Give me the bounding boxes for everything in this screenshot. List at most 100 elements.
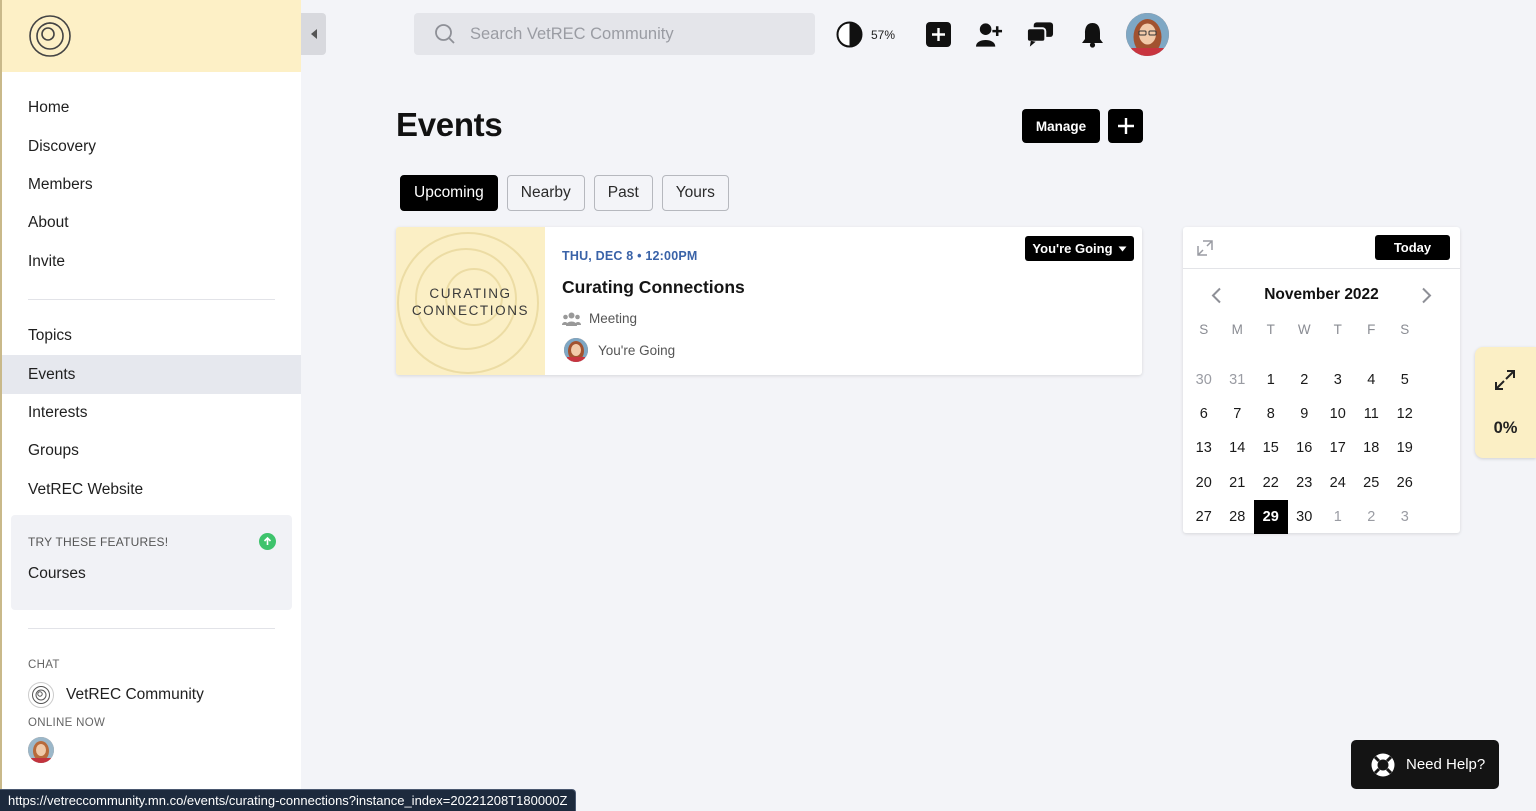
expand-icon[interactable] [1197, 240, 1213, 256]
calendar-day[interactable]: 30 [1187, 363, 1221, 397]
chevron-right-icon[interactable] [1421, 287, 1432, 304]
sidebar-item-home[interactable]: Home [2, 89, 301, 127]
progress-widget[interactable]: 0% [1475, 347, 1536, 458]
group-icon [562, 312, 581, 326]
create-post-button[interactable] [924, 20, 952, 48]
contrast-control[interactable]: 57% [836, 21, 895, 48]
sidebar-item-groups[interactable]: Groups [2, 432, 301, 470]
calendar-day[interactable]: 14 [1221, 431, 1255, 465]
calendar-weekday-row: SMTWTFS [1187, 319, 1457, 339]
calendar-day[interactable]: 27 [1187, 500, 1221, 534]
arrow-up-icon[interactable] [259, 532, 276, 550]
calendar-day[interactable]: 21 [1221, 466, 1255, 500]
calendar-day[interactable]: 5 [1388, 363, 1422, 397]
calendar-day[interactable]: 31 [1221, 363, 1255, 397]
features-title: TRY THESE FEATURES! [28, 534, 169, 549]
tab-yours[interactable]: Yours [661, 175, 729, 211]
tab-past[interactable]: Past [593, 175, 653, 211]
calendar-nav: November 2022 [1183, 285, 1460, 307]
calendar-day[interactable]: 11 [1355, 397, 1389, 431]
calendar-day[interactable]: 12 [1388, 397, 1422, 431]
sidebar-item-interests[interactable]: Interests [2, 394, 301, 432]
manage-button[interactable]: Manage [1022, 109, 1100, 143]
calendar-day[interactable]: 25 [1355, 466, 1389, 500]
online-user-avatar[interactable] [28, 736, 54, 763]
calendar-day[interactable]: 1 [1254, 363, 1288, 397]
sidebar-header [2, 0, 301, 72]
calendar-day[interactable]: 1 [1321, 500, 1355, 534]
add-member-button[interactable] [975, 20, 1003, 48]
calendar-day[interactable]: 3 [1388, 500, 1422, 534]
sidebar-item-about[interactable]: About [2, 204, 301, 242]
calendar-day[interactable]: 19 [1388, 431, 1422, 465]
search-input[interactable] [470, 24, 790, 44]
search-icon [435, 24, 455, 44]
bell-icon [1081, 22, 1103, 48]
sidebar-divider [28, 298, 275, 300]
sidebar-item-events[interactable]: Events [2, 355, 301, 394]
sidebar-item-topics[interactable]: Topics [2, 317, 301, 355]
sidebar-item-discovery[interactable]: Discovery [2, 127, 301, 165]
calendar-day[interactable]: 7 [1221, 397, 1255, 431]
community-logo-icon[interactable] [28, 14, 72, 58]
calendar-day[interactable]: 30 [1288, 500, 1322, 534]
calendar-day[interactable]: 6 [1187, 397, 1221, 431]
weekday-label: W [1297, 321, 1311, 337]
weekday-label: M [1231, 321, 1243, 337]
thumbnail-line-1: CURATING [429, 286, 512, 301]
attendee-avatar [564, 338, 588, 362]
calendar-day[interactable]: 26 [1388, 466, 1422, 500]
event-title[interactable]: Curating Connections [562, 277, 745, 298]
status-bar-url: https://vetreccommunity.mn.co/events/cur… [0, 789, 577, 811]
calendar-day[interactable]: 16 [1288, 431, 1322, 465]
calendar-day[interactable]: 2 [1288, 363, 1322, 397]
sidebar-item-members[interactable]: Members [2, 166, 301, 204]
calendar-day[interactable]: 28 [1221, 500, 1255, 534]
tab-nearby[interactable]: Nearby [506, 175, 585, 211]
calendar-day[interactable]: 18 [1355, 431, 1389, 465]
sidebar-item-invite[interactable]: Invite [2, 243, 301, 281]
thumbnail-line-2: CONNECTIONS [411, 303, 530, 318]
calendar-day[interactable]: 9 [1288, 397, 1322, 431]
calendar-day[interactable]: 3 [1321, 363, 1355, 397]
tab-upcoming[interactable]: Upcoming [400, 175, 498, 211]
chat-item-vetrec-community[interactable]: VetREC Community [2, 679, 301, 711]
calendar-day[interactable]: 17 [1321, 431, 1355, 465]
lifebuoy-icon [1371, 753, 1395, 776]
user-plus-icon [975, 22, 1003, 47]
need-help-button[interactable]: Need Help? [1351, 740, 1499, 789]
sidebar-item-vetrec-website[interactable]: VetREC Website [2, 471, 301, 509]
search-bar[interactable] [414, 13, 815, 55]
calendar-day[interactable]: 15 [1254, 431, 1288, 465]
calendar-week-row: 13 14 15 16 17 18 19 [1187, 431, 1457, 465]
calendar-day[interactable]: 13 [1187, 431, 1221, 465]
sidebar: Home Discovery Members About Invite Topi… [0, 0, 301, 811]
sidebar-item-courses[interactable]: Courses [28, 565, 275, 583]
calendar-day[interactable]: 2 [1355, 500, 1389, 534]
calendar-day[interactable]: 23 [1288, 466, 1322, 500]
contrast-percentage: 57% [871, 27, 896, 42]
weekday-label: T [1266, 321, 1275, 337]
calendar-day[interactable]: 29 [1254, 499, 1288, 534]
calendar-day[interactable]: 8 [1254, 397, 1288, 431]
add-event-button[interactable] [1108, 109, 1143, 143]
calendar-day[interactable]: 20 [1187, 466, 1221, 500]
progress-percentage: 0% [1493, 419, 1518, 437]
rsvp-dropdown-button[interactable]: You're Going [1025, 236, 1134, 261]
notifications-button[interactable] [1078, 20, 1106, 48]
collapse-sidebar-button[interactable] [301, 13, 326, 55]
plus-icon [1117, 118, 1134, 134]
event-card[interactable]: CURATING CONNECTIONS THU, DEC 8 • 12:00P… [396, 227, 1142, 375]
event-type-label: Meeting [589, 311, 638, 326]
calendar-day[interactable]: 24 [1321, 466, 1355, 500]
event-thumbnail[interactable]: CURATING CONNECTIONS [396, 227, 545, 375]
calendar-day[interactable]: 10 [1321, 397, 1355, 431]
today-button[interactable]: Today [1375, 235, 1450, 260]
profile-avatar[interactable] [1126, 13, 1169, 56]
online-now-label: ONLINE NOW [28, 716, 106, 729]
page-title: Events [396, 106, 503, 143]
calendar-day[interactable]: 22 [1254, 466, 1288, 500]
community-chat-avatar [28, 681, 54, 708]
messages-button[interactable] [1026, 20, 1054, 48]
calendar-day[interactable]: 4 [1355, 363, 1389, 397]
